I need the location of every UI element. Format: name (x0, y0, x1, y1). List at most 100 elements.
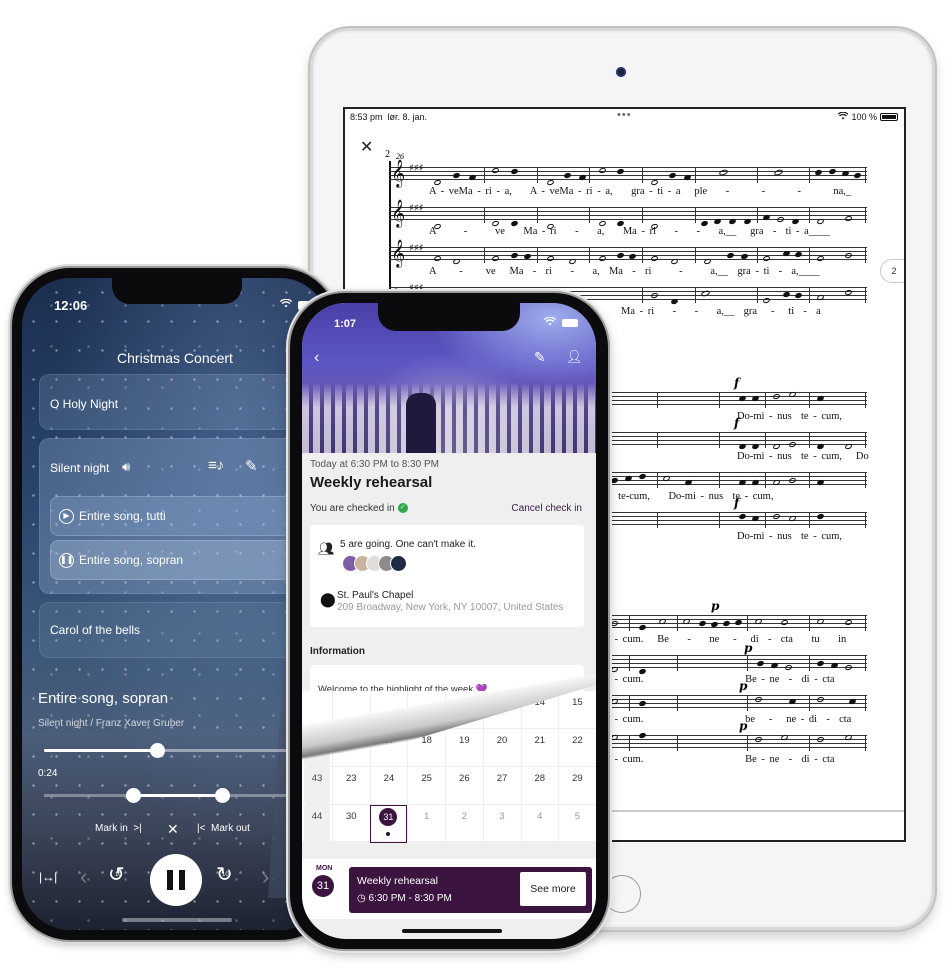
ipad-camera (616, 67, 626, 77)
now-playing-title: Entire song, sopran (38, 690, 169, 707)
calendar-day[interactable]: 15 (558, 691, 596, 729)
calendar-day[interactable]: 28 (520, 767, 559, 805)
calendar-day[interactable]: 20 (482, 729, 521, 767)
event-dot (386, 832, 391, 836)
calendar-week-row: 43 23 24 25 26 27 28 29 (302, 767, 596, 805)
cancel-check-in-link[interactable]: Cancel check in (511, 503, 582, 514)
edit-pencil-icon[interactable]: ✎ (534, 349, 546, 366)
calendar-day[interactable]: 30 (332, 805, 370, 843)
current-time: 0:24 (38, 768, 58, 779)
rewind-seconds: 10 (115, 872, 122, 878)
calendar-day[interactable] (445, 691, 483, 729)
calendar-day[interactable]: 24 (369, 767, 408, 805)
ipad-home-button[interactable] (603, 875, 641, 913)
calendar-day[interactable]: 26 (445, 767, 483, 805)
lyrics-line: s te - cum. Be - ne - di - cta (589, 674, 835, 685)
song-name: Carol of the bells (50, 623, 141, 637)
calendar-week-row: 44 30 31 1 2 3 4 5 (302, 805, 596, 843)
calendar-day[interactable]: 31 (369, 805, 408, 843)
calendar-day[interactable]: 22 (558, 729, 596, 767)
track-label: Entire song, tutti (79, 509, 166, 523)
lyrics-line: A - veMa - ri - a, A - veMa - ri - a, gr… (429, 186, 852, 197)
song-item-o-holy-night[interactable]: O Holy Night (39, 374, 328, 430)
place-address[interactable]: 209 Broadway, New York, NY 10007, United… (337, 602, 563, 613)
calendar-day[interactable]: 4 (520, 805, 559, 843)
page-indicator-tab[interactable]: 2 (880, 259, 904, 283)
attendance-location-card: 👥︎ 5 are going. One can't make it. ⬤ St.… (310, 525, 584, 627)
calendar-day[interactable]: 13 (482, 691, 521, 729)
attendee-avatar[interactable] (390, 555, 407, 572)
battery-icon (880, 113, 898, 121)
home-indicator (122, 918, 232, 922)
calendar-day[interactable] (407, 691, 445, 729)
event-dot (462, 719, 467, 723)
place-name[interactable]: St. Paul's Chapel (337, 590, 413, 601)
mark-out-button[interactable]: |< Mark out (197, 823, 250, 834)
dynamic-piano: p (744, 641, 753, 655)
multitask-dots[interactable]: ••• (617, 109, 632, 121)
conductor-figure (406, 393, 436, 453)
dynamic-piano: p (739, 719, 748, 733)
calendar-day[interactable]: 19 (445, 729, 483, 767)
loop-start-handle[interactable] (126, 788, 142, 803)
calendar-day[interactable]: 27 (482, 767, 521, 805)
calendar-day[interactable] (332, 691, 370, 729)
seek-slider[interactable] (44, 743, 328, 758)
calendar-day[interactable]: 25 (407, 767, 445, 805)
now-playing-subtitle: Silent night / Franz Xaver Gruber (38, 718, 185, 729)
calendar-week-row: 42 16 17 18 19 20 21 22 (302, 729, 596, 767)
loop-range-slider[interactable] (44, 788, 328, 803)
calendar-day[interactable]: 5 (558, 805, 596, 843)
attendance-summary[interactable]: 5 are going. One can't make it. (340, 539, 476, 550)
song-name: O Holy Night (50, 397, 119, 411)
back-chevron-icon[interactable]: ‹ (314, 349, 319, 367)
pause-button[interactable] (150, 854, 202, 906)
calendar-day[interactable]: 29 (558, 767, 596, 805)
phone-notch (112, 278, 242, 304)
lyrics-line: s te - cum. be - ne - di - cta (589, 714, 852, 725)
song-item-carol-of-the-bells[interactable]: Carol of the bells (39, 602, 328, 658)
fit-width-icon[interactable]: |↔| (39, 870, 57, 884)
calendar-day[interactable]: 1 (407, 805, 445, 843)
song-item-silent-night[interactable]: Silent night 🔊︎ ≡♪ ✎ ▶ Entire song, tutt… (39, 438, 328, 594)
clear-marks-icon[interactable]: ✕ (167, 821, 179, 838)
agenda-event-card[interactable]: Weekly rehearsal ◷ 6:30 PM - 8:30 PM See… (349, 867, 592, 913)
playlist-icon[interactable]: ≡♪ (208, 457, 224, 474)
calendar-day[interactable]: 18 (407, 729, 445, 767)
previous-icon[interactable]: ‹ (80, 864, 87, 890)
agenda-event-title: Weekly rehearsal (357, 875, 438, 887)
lyrics-line: A - ve Ma - ri - a, Ma - ri - a,__ gra -… (429, 266, 820, 277)
status-time-date: 8:53 pm lør. 8. jan. (350, 112, 428, 122)
choir-photo (302, 383, 596, 453)
play-circle-icon[interactable]: ▶ (59, 509, 74, 524)
calendar-day[interactable]: 14 (520, 691, 559, 729)
wifi-icon (279, 298, 293, 311)
close-button[interactable]: ✕ (360, 137, 373, 157)
status-time: 1:07 (334, 318, 357, 330)
forward-seconds: 10 (222, 872, 229, 878)
calendar-day[interactable]: 3 (482, 805, 521, 843)
calendar-day[interactable]: 17 (369, 729, 408, 767)
calendar-day[interactable]: 23 (332, 767, 370, 805)
attendance-check-icon[interactable]: 👤︎ (566, 349, 583, 365)
calendar-day[interactable] (369, 691, 408, 729)
dynamic-forte: f (734, 416, 740, 430)
next-icon[interactable]: › (262, 864, 269, 890)
status-right: 100 % (838, 111, 898, 122)
attendee-avatars[interactable] (342, 555, 407, 572)
track-item-sopran[interactable]: ❚❚ Entire song, sopran 1:0 (50, 540, 328, 580)
track-item-tutti[interactable]: ▶ Entire song, tutti 1:0 (50, 496, 328, 536)
mark-in-button[interactable]: Mark in >| (95, 823, 142, 834)
see-more-button[interactable]: See more (520, 872, 586, 906)
status-icons (543, 316, 578, 329)
pause-circle-icon[interactable]: ❚❚ (59, 553, 74, 568)
check-in-row: You are checked in ✓ Cancel check in (310, 503, 582, 514)
calendar-day[interactable]: 16 (332, 729, 370, 767)
selected-day-marker: 31 (379, 808, 398, 826)
wifi-icon (543, 316, 557, 329)
check-circle-icon: ✓ (397, 503, 408, 514)
calendar-day[interactable]: 21 (520, 729, 559, 767)
calendar-day[interactable]: 2 (445, 805, 483, 843)
battery-icon (562, 319, 578, 327)
edit-pencil-icon[interactable]: ✎ (245, 457, 258, 475)
